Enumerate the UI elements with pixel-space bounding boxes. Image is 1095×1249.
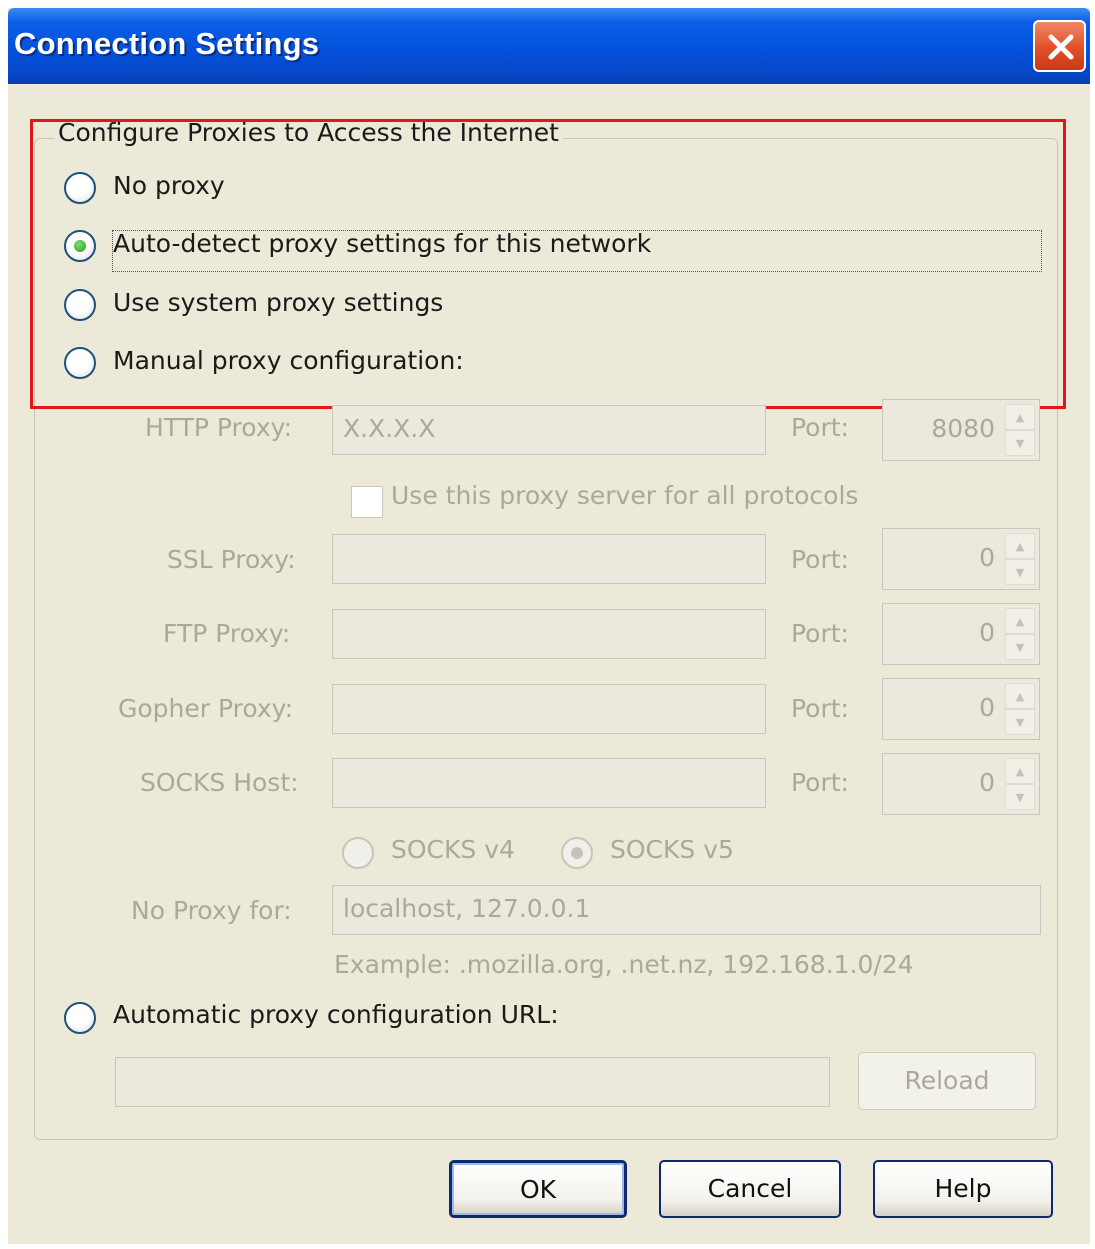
http-port-spinner[interactable]: 8080 ▲ ▼ xyxy=(882,399,1040,461)
spin-up-icon[interactable]: ▲ xyxy=(1005,404,1035,430)
cancel-button[interactable]: Cancel xyxy=(659,1160,841,1218)
ssl-port-value: 0 xyxy=(979,543,995,572)
spin-down-icon[interactable]: ▼ xyxy=(1005,709,1035,735)
share-all-label: Use this proxy server for all protocols xyxy=(391,481,859,510)
http-port-label: Port: xyxy=(791,413,849,442)
help-button[interactable]: Help xyxy=(873,1160,1053,1218)
ssl-proxy-label: SSL Proxy: xyxy=(167,545,296,574)
socks-host-label: SOCKS Host: xyxy=(140,768,299,797)
radio-auto-config-url-label[interactable]: Automatic proxy configuration URL: xyxy=(113,1000,559,1029)
highlight-box xyxy=(30,119,1066,409)
reload-button[interactable]: Reload xyxy=(858,1052,1036,1110)
spin-up-icon[interactable]: ▲ xyxy=(1005,683,1035,709)
window-title: Connection Settings xyxy=(14,26,320,61)
ssl-port-label: Port: xyxy=(791,545,849,574)
close-button[interactable] xyxy=(1033,20,1086,72)
radio-socks-v5[interactable] xyxy=(561,837,593,869)
no-proxy-for-input[interactable]: localhost, 127.0.0.1 xyxy=(332,885,1041,935)
gopher-port-value: 0 xyxy=(979,693,995,722)
ftp-proxy-label: FTP Proxy: xyxy=(163,619,291,648)
http-proxy-input[interactable]: X.X.X.X xyxy=(332,405,766,455)
spin-down-icon[interactable]: ▼ xyxy=(1005,430,1035,456)
radio-selected-dot xyxy=(571,847,583,859)
spin-up-icon[interactable]: ▲ xyxy=(1005,758,1035,784)
close-icon xyxy=(1048,34,1074,60)
ssl-proxy-input[interactable] xyxy=(332,534,766,584)
http-port-value: 8080 xyxy=(931,414,995,443)
ftp-port-spinner[interactable]: 0 ▲ ▼ xyxy=(882,603,1040,665)
spin-up-icon[interactable]: ▲ xyxy=(1005,533,1035,559)
connection-settings-dialog: Connection Settings Configure Proxies to… xyxy=(8,8,1090,1244)
socks-port-label: Port: xyxy=(791,768,849,797)
socks-v4-label: SOCKS v4 xyxy=(391,835,515,864)
ok-button[interactable]: OK xyxy=(449,1160,627,1218)
radio-auto-config-url[interactable] xyxy=(64,1002,96,1034)
no-proxy-example: Example: .mozilla.org, .net.nz, 192.168.… xyxy=(334,950,914,979)
ftp-port-label: Port: xyxy=(791,619,849,648)
socks-host-input[interactable] xyxy=(332,758,766,808)
no-proxy-for-label: No Proxy for: xyxy=(131,896,292,925)
http-proxy-label: HTTP Proxy: xyxy=(145,413,293,442)
title-bar[interactable]: Connection Settings xyxy=(8,8,1090,84)
spin-up-icon[interactable]: ▲ xyxy=(1005,608,1035,634)
gopher-proxy-input[interactable] xyxy=(332,684,766,734)
radio-socks-v4[interactable] xyxy=(342,837,374,869)
share-all-checkbox[interactable] xyxy=(351,486,383,518)
socks-v5-label: SOCKS v5 xyxy=(610,835,734,864)
gopher-proxy-label: Gopher Proxy: xyxy=(118,694,294,723)
ftp-port-value: 0 xyxy=(979,618,995,647)
auto-config-url-input[interactable] xyxy=(115,1057,830,1107)
ssl-port-spinner[interactable]: 0 ▲ ▼ xyxy=(882,528,1040,590)
socks-port-spinner[interactable]: 0 ▲ ▼ xyxy=(882,753,1040,815)
spin-down-icon[interactable]: ▼ xyxy=(1005,634,1035,660)
spin-down-icon[interactable]: ▼ xyxy=(1005,559,1035,585)
ftp-proxy-input[interactable] xyxy=(332,609,766,659)
socks-port-value: 0 xyxy=(979,768,995,797)
gopher-port-label: Port: xyxy=(791,694,849,723)
spin-down-icon[interactable]: ▼ xyxy=(1005,784,1035,810)
gopher-port-spinner[interactable]: 0 ▲ ▼ xyxy=(882,678,1040,740)
